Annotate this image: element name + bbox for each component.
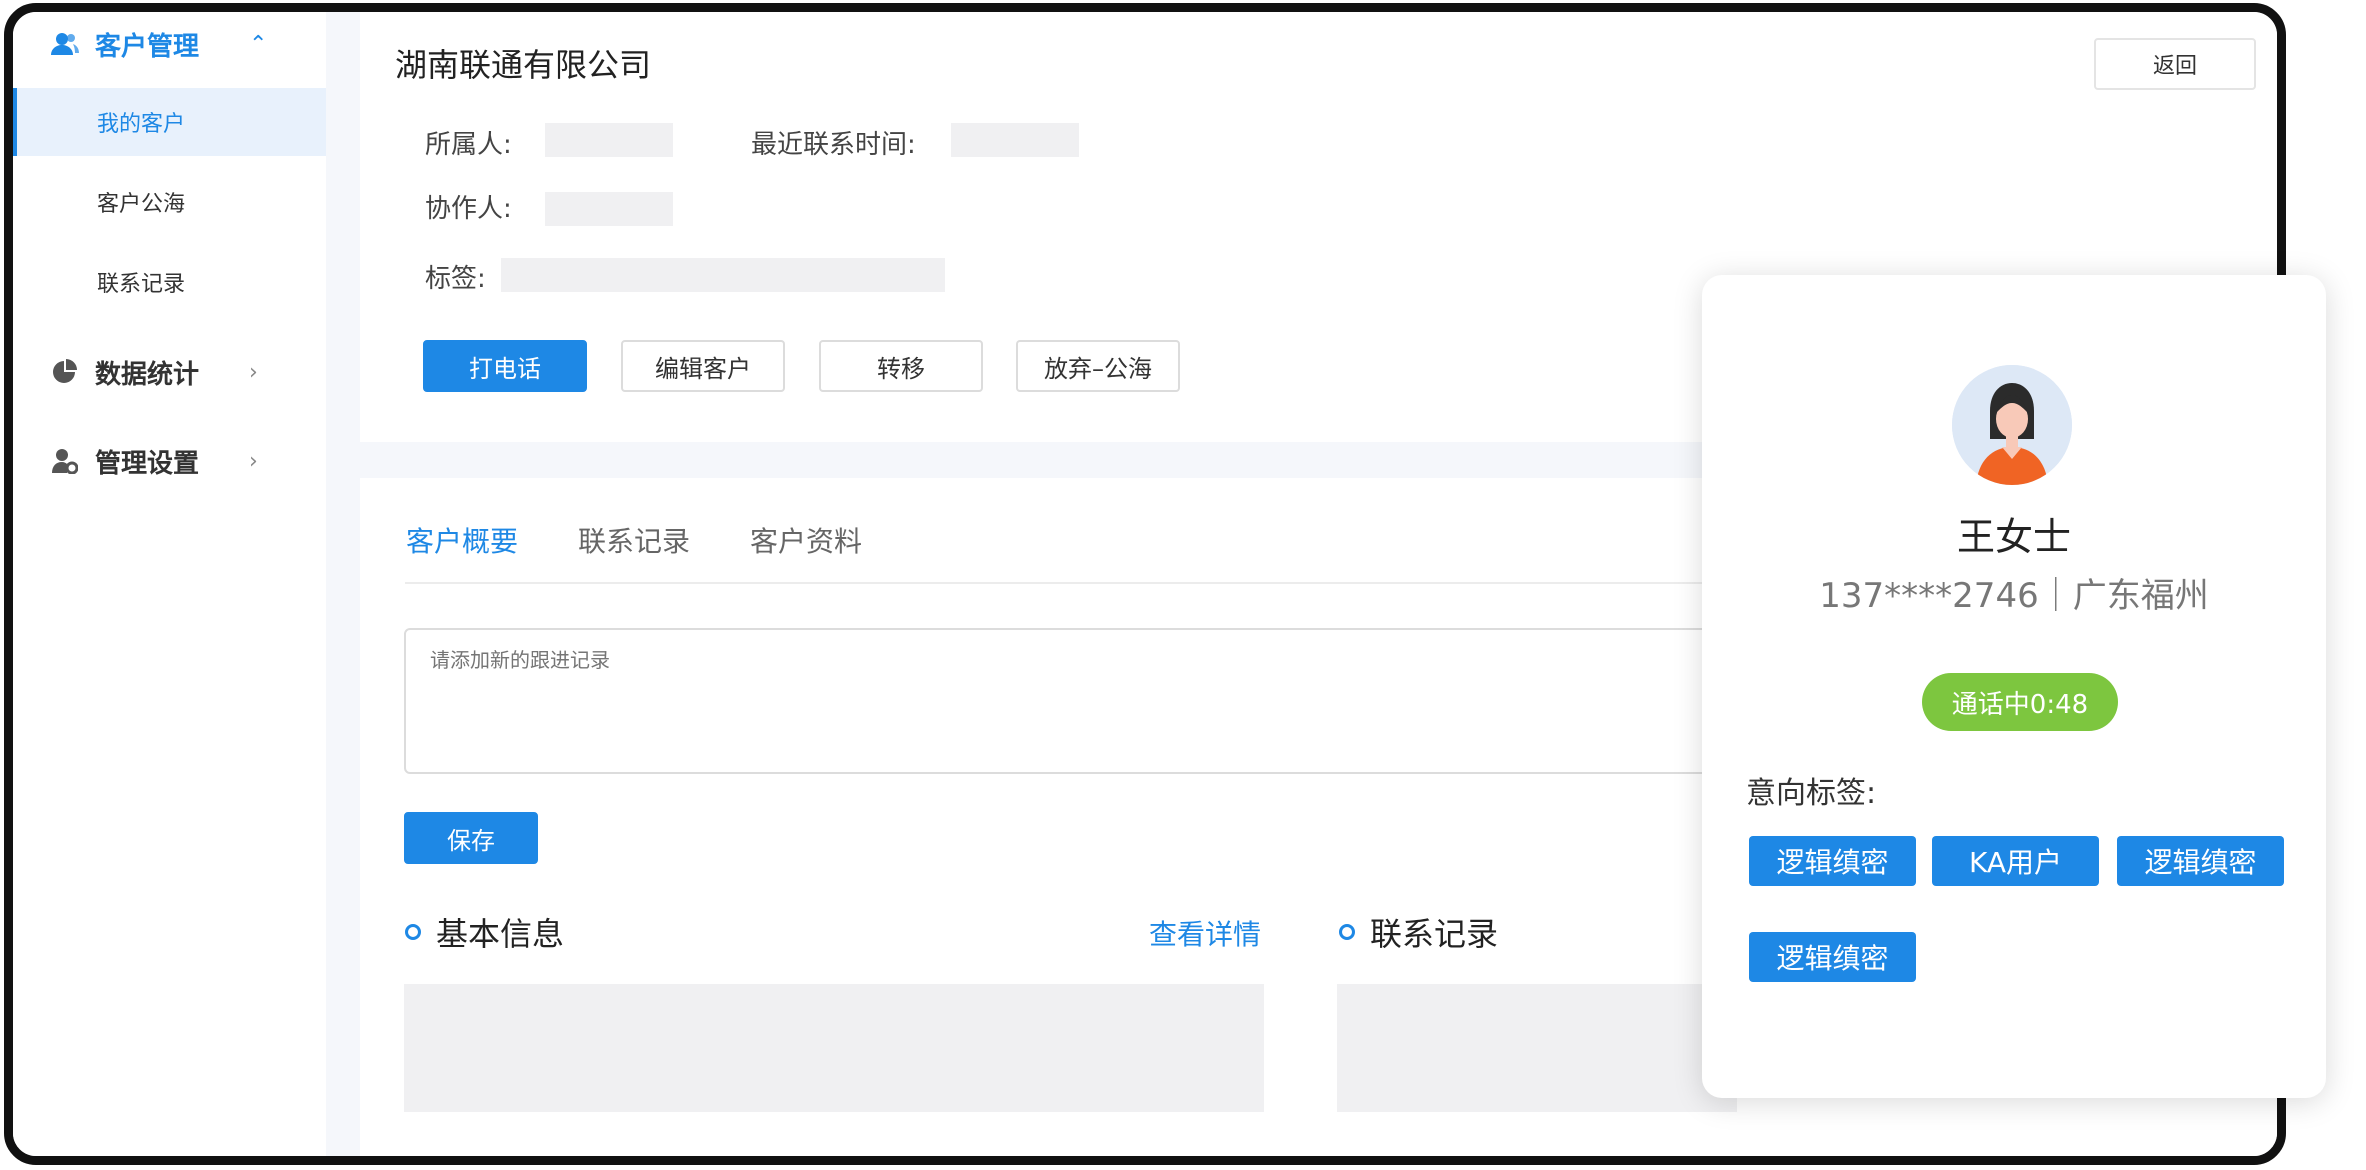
tags-label: 标签: [425,264,486,294]
tab-customer-overview[interactable]: 客户概要 [406,520,518,560]
last-contact-value [951,123,1079,157]
intent-tag[interactable]: 逻辑缜密 [2117,836,2284,886]
edit-customer-button[interactable]: 编辑客户 [621,340,785,392]
users-icon [51,30,79,58]
intent-tag[interactable]: KA用户 [1932,836,2099,886]
intent-tags-label: 意向标签: [1746,776,1877,811]
basic-info-content [404,984,1264,1112]
contact-records-content [1337,984,1737,1112]
sidebar-group-label: 管理设置 [95,448,200,479]
contact-records-title: 联系记录 [1370,915,1499,953]
pie-chart-icon [51,358,79,386]
page-title: 湖南联通有限公司 [395,46,652,84]
sidebar-item-my-customers[interactable]: 我的客户 [13,88,326,156]
female-avatar-icon [1952,365,2072,485]
caller-name: 王女士 [1956,515,2071,559]
sidebar-group-label: 客户管理 [95,31,200,62]
bullet-dot [405,924,421,940]
owner-value [545,123,673,157]
call-status-badge: 通话中0:48 [1922,673,2118,731]
sidebar-item-contact-records[interactable]: 联系记录 [13,248,326,316]
chevron-right-icon: › [249,359,258,385]
tags-value [501,258,945,292]
sidebar-group-customer-management[interactable]: 客户管理 ⌃ [13,12,326,84]
sidebar-item-customer-pool[interactable]: 客户公海 [13,168,326,236]
view-details-link[interactable]: 查看详情 [1149,913,1261,953]
caller-phone-location: 137****2746｜广东福州 [1819,576,2209,616]
save-button[interactable]: 保存 [404,812,538,864]
collaborator-label: 协作人: [425,194,512,224]
sidebar-group-admin-settings[interactable]: 管理设置 › [13,421,326,501]
tab-customer-profile[interactable]: 客户资料 [750,520,862,560]
abandon-to-pool-button[interactable]: 放弃–公海 [1016,340,1180,392]
sidebar-group-label: 数据统计 [95,359,200,390]
chevron-right-icon: › [249,448,258,474]
call-button[interactable]: 打电话 [423,340,587,392]
back-button[interactable]: 返回 [2094,38,2256,90]
transfer-button[interactable]: 转移 [819,340,983,392]
tab-contact-records[interactable]: 联系记录 [578,520,690,560]
bullet-dot [1339,924,1355,940]
owner-label: 所属人: [425,130,512,160]
collaborator-value [545,192,673,226]
sidebar-group-data-statistics[interactable]: 数据统计 › [13,332,326,412]
user-settings-icon [51,447,79,475]
intent-tag[interactable]: 逻辑缜密 [1749,932,1916,982]
chevron-up-icon: ⌃ [249,31,268,57]
last-contact-label: 最近联系时间: [751,130,916,160]
basic-info-title: 基本信息 [436,915,565,953]
intent-tag[interactable]: 逻辑缜密 [1749,836,1916,886]
sidebar: 客户管理 ⌃ 我的客户 客户公海 联系记录 数据统计 › 管理设置 › [13,12,326,1156]
avatar [1952,365,2072,485]
